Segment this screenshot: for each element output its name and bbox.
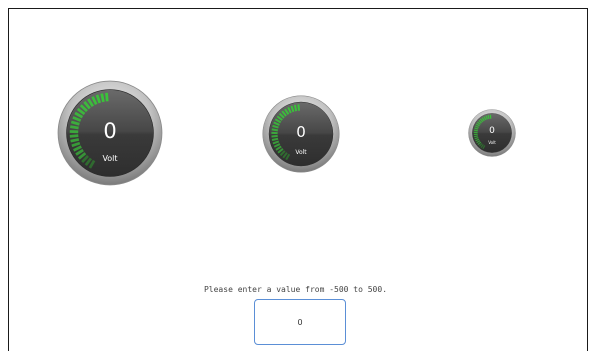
gauge-medium: 0 Volt <box>262 95 340 173</box>
gauge-value: 0 <box>296 123 306 141</box>
gauge-tick <box>100 93 105 103</box>
gauge-tick <box>474 135 479 138</box>
gauge-tick <box>293 104 298 112</box>
gauge-value: 0 <box>103 119 117 143</box>
gauge-tick <box>105 92 109 102</box>
gauge-tick <box>487 115 490 120</box>
gauge-large: 0 Volt <box>57 80 163 186</box>
value-prompt: Please enter a value from -500 to 500. <box>203 285 388 294</box>
gauge-unit: Volt <box>295 149 307 156</box>
gauge-value: 0 <box>489 126 495 136</box>
gauge-small: 0 Volt <box>468 109 516 157</box>
gauge-tick <box>297 104 300 111</box>
gauge-unit: Volt <box>488 140 496 145</box>
gauge-unit: Volt <box>102 154 118 163</box>
value-input[interactable] <box>254 299 346 345</box>
